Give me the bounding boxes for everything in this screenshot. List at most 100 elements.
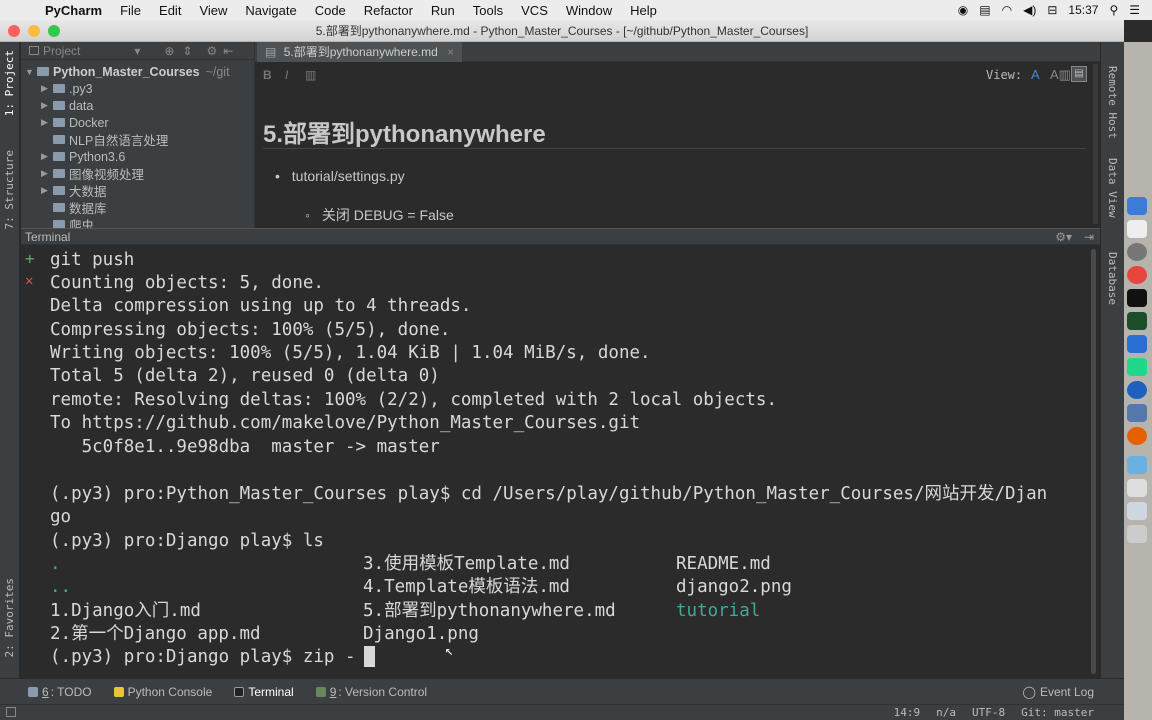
preview-only-view-button[interactable]: ▤ [1071, 66, 1087, 82]
menu-view[interactable]: View [190, 3, 236, 18]
version-control-tab[interactable]: 9 : Version Control [315, 684, 427, 699]
trash-icon[interactable] [1127, 525, 1147, 543]
terminal-output[interactable]: + ✕ git push Counting objects: 5, done. … [21, 245, 1100, 678]
collapse-icon[interactable]: ⇕ [182, 44, 192, 58]
app-icon[interactable] [1127, 404, 1147, 422]
event-log-tab[interactable]: ◯ Event Log [1023, 685, 1094, 699]
settings-icon[interactable] [1127, 243, 1147, 261]
gear-icon[interactable]: ⚙ [207, 44, 218, 58]
hide-icon[interactable]: ⇤ [223, 44, 233, 58]
tree-root[interactable]: ▼ Python_Master_Courses ~/git [25, 63, 230, 80]
terminal-app-icon[interactable] [1127, 289, 1147, 307]
clock[interactable]: 15:37 [1068, 3, 1098, 17]
editor-tab-active[interactable]: ▤ 5.部署到pythonanywhere.md × [257, 42, 463, 62]
chrome-icon[interactable] [1127, 266, 1147, 284]
chevron-right-icon[interactable]: ▶ [41, 117, 53, 128]
tree-item[interactable]: ▶ 图像视频处理 [41, 165, 144, 182]
table-icon[interactable]: ▥ [305, 68, 316, 82]
tree-item[interactable]: 数据库 [41, 199, 107, 216]
folder-icon[interactable] [1127, 456, 1147, 474]
file-encoding[interactable]: UTF-8 [972, 706, 1005, 719]
list-icon[interactable]: ▤ [979, 3, 990, 17]
chevron-down-icon[interactable]: ▼ [25, 67, 37, 77]
tree-item-label: Docker [69, 115, 109, 130]
todo-tab[interactable]: 6 : TODO [28, 685, 92, 699]
document-icon[interactable] [1127, 479, 1147, 497]
bold-button[interactable]: B [263, 68, 272, 82]
structure-tool-tab[interactable]: 7: Structure [3, 150, 16, 229]
menu-help[interactable]: Help [621, 3, 666, 18]
version-control-tab-number: 9 [329, 684, 337, 699]
menu-refactor[interactable]: Refactor [355, 3, 422, 18]
menu-edit[interactable]: Edit [150, 3, 190, 18]
project-view-selector[interactable]: Project [43, 44, 80, 58]
tree-item[interactable]: 爬虫 [41, 216, 94, 228]
terminal-prompt[interactable]: (.py3) pro:Django play$ zip - [50, 646, 356, 668]
record-icon[interactable]: ◉ [958, 3, 968, 17]
project-tool-tab[interactable]: 1: Project [3, 50, 16, 116]
terminal-scrollbar[interactable] [1091, 249, 1096, 674]
tree-item[interactable]: ▶ .py3 [41, 80, 93, 97]
menu-window[interactable]: Window [557, 3, 621, 18]
chevron-down-icon[interactable]: ▾ [134, 44, 140, 58]
close-icon[interactable]: × [447, 45, 454, 59]
chevron-right-icon[interactable]: ▶ [41, 83, 53, 94]
tree-item[interactable]: NLP自然语言处理 [41, 131, 168, 148]
terminal-panel-header: Terminal ⚙▾ ⇥ [21, 228, 1100, 245]
menu-run[interactable]: Run [422, 3, 464, 18]
italic-button[interactable]: I [285, 68, 288, 82]
target-icon[interactable]: ⊕ [164, 44, 174, 58]
document-icon[interactable] [1127, 502, 1147, 520]
chevron-right-icon[interactable]: ▶ [41, 185, 53, 196]
menu-tools[interactable]: Tools [464, 3, 512, 18]
editor-scrollbar[interactable] [1093, 64, 1098, 224]
minimize-window-button[interactable] [28, 25, 40, 37]
browser-icon[interactable] [1127, 381, 1147, 399]
favorites-tool-tab[interactable]: 2: Favorites [3, 578, 16, 657]
chevron-right-icon[interactable]: ▶ [41, 151, 53, 162]
notes-icon[interactable] [1127, 220, 1147, 238]
caret-position[interactable]: 14:9 [894, 706, 921, 719]
zoom-window-button[interactable] [48, 25, 60, 37]
hide-panel-icon[interactable]: ⇥ [1084, 229, 1094, 245]
remote-host-tool-tab[interactable]: Remote Host [1106, 66, 1119, 139]
ls-entry-dir: tutorial [676, 601, 761, 621]
close-window-button[interactable] [8, 25, 20, 37]
line-separator[interactable]: n/a [936, 706, 956, 719]
database-tool-tab[interactable]: Database [1106, 252, 1119, 305]
tree-item[interactable]: ▶ Docker [41, 114, 109, 131]
preview-bullet-2: ◦ 关闭 DEBUG = False [305, 205, 454, 225]
menu-code[interactable]: Code [306, 3, 355, 18]
menu-file[interactable]: File [111, 3, 150, 18]
spotlight-search-icon[interactable]: ⚲ [1109, 3, 1118, 17]
tree-item[interactable]: ▶ data [41, 97, 93, 114]
gear-icon[interactable]: ⚙▾ [1055, 229, 1072, 245]
input-source-icon[interactable]: ⊟ [1047, 3, 1057, 17]
notification-center-icon[interactable]: ☰ [1129, 3, 1140, 17]
data-view-tool-tab[interactable]: Data View [1106, 158, 1119, 218]
app-icon[interactable] [1127, 335, 1147, 353]
split-view-button[interactable]: A▥ [1050, 67, 1071, 83]
activity-monitor-icon[interactable] [1127, 312, 1147, 330]
chevron-right-icon[interactable]: ▶ [41, 168, 53, 179]
tree-item[interactable]: ▶ Python3.6 [41, 148, 125, 165]
firefox-icon[interactable] [1127, 427, 1147, 445]
wifi-icon[interactable]: ◠ [1002, 3, 1012, 17]
terminal-tab[interactable]: Terminal [234, 685, 294, 699]
terminal-line: (.py3) pro:Django play$ ls [50, 531, 324, 551]
tool-windows-toggle-icon[interactable] [6, 707, 16, 717]
python-console-tab[interactable]: Python Console [113, 685, 212, 699]
tree-item[interactable]: ▶ 大数据 [41, 182, 107, 199]
menu-navigate[interactable]: Navigate [236, 3, 305, 18]
menu-app-name[interactable]: PyCharm [36, 3, 111, 18]
editor-only-view-button[interactable]: A [1031, 67, 1040, 82]
new-session-icon[interactable]: + [25, 249, 35, 268]
volume-icon[interactable]: ◀) [1023, 3, 1036, 17]
git-branch[interactable]: Git: master [1021, 706, 1094, 719]
finder-icon[interactable] [1127, 197, 1147, 215]
folder-icon [37, 67, 49, 76]
chevron-right-icon[interactable]: ▶ [41, 100, 53, 111]
close-session-icon[interactable]: ✕ [25, 273, 33, 289]
menu-vcs[interactable]: VCS [512, 3, 557, 18]
pycharm-icon[interactable] [1127, 358, 1147, 376]
